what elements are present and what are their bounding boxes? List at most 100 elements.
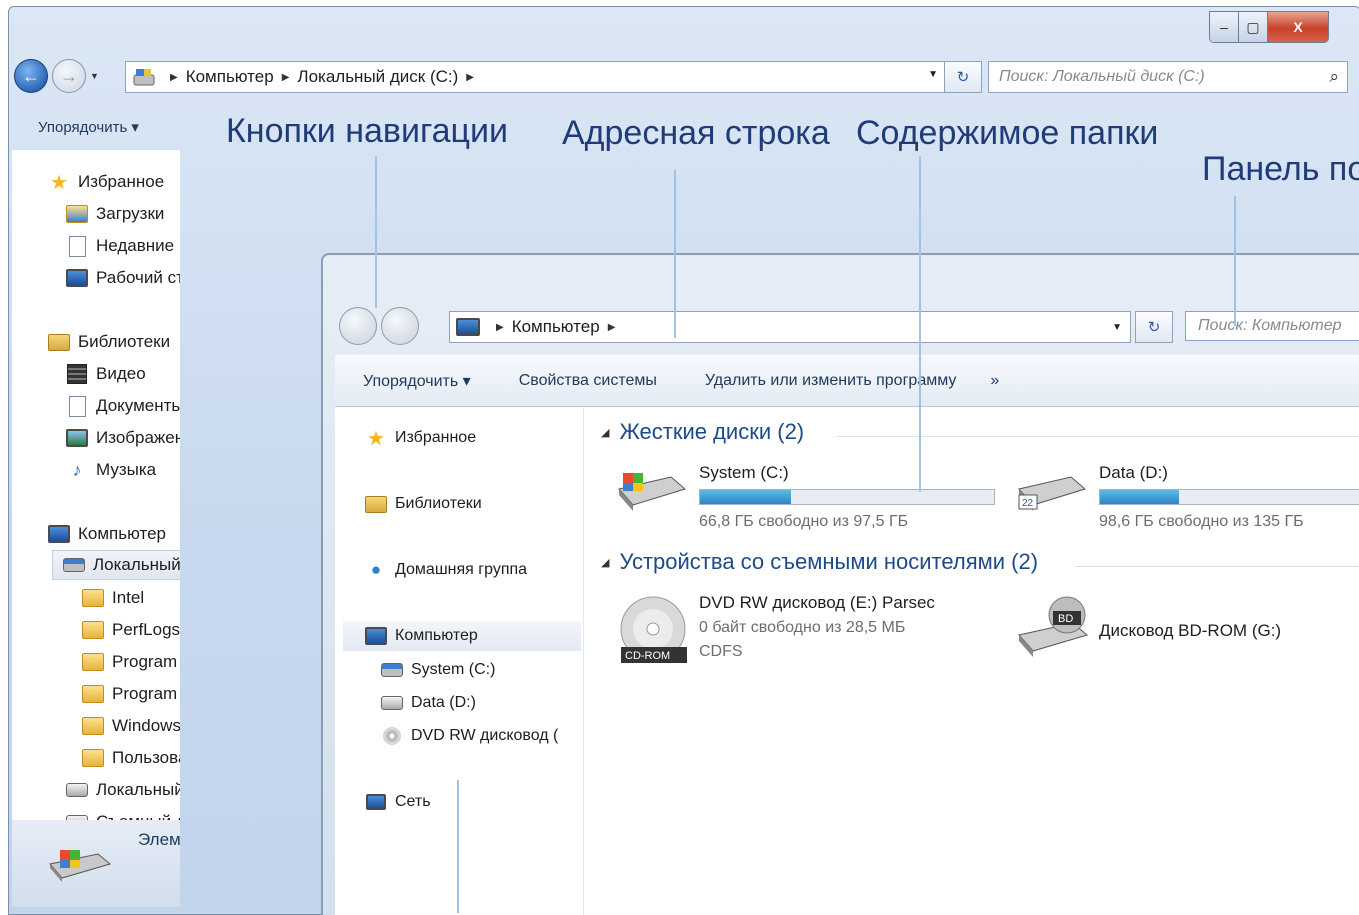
inner-refresh-button[interactable]: ↻	[1135, 311, 1173, 343]
nav-libraries[interactable]: Библиотеки	[48, 328, 170, 356]
drive-data-d-name[interactable]: Data (D:)	[1099, 463, 1168, 483]
nav-label: Windows	[112, 716, 180, 735]
nav-local-disk-other[interactable]: Локальный	[66, 776, 180, 804]
nav-libraries[interactable]: Библиотеки	[365, 489, 482, 519]
document-icon	[66, 395, 88, 417]
drive-data-d-free: 98,6 ГБ свободно из 135 ГБ	[1099, 513, 1304, 530]
inner-back-button[interactable]	[339, 307, 377, 345]
nav-computer[interactable]: Компьютер	[343, 621, 581, 651]
drive-system-c-name[interactable]: System (C:)	[699, 463, 789, 483]
collapse-arrow-icon[interactable]: ◢	[601, 426, 609, 439]
folder-icon	[82, 588, 104, 608]
nav-label: Program	[112, 684, 178, 703]
close-button[interactable]: X	[1268, 12, 1328, 42]
breadcrumb-chevron-icon[interactable]: ▶	[282, 72, 290, 83]
inner-address-bar[interactable]: ▶ Компьютер ▶ ▼	[449, 311, 1131, 343]
bd-rom-drive-name[interactable]: Дисковод BD-ROM (G:)	[1099, 621, 1281, 641]
inner-navigation-pane: ★ Избранное Библиотеки ● Домашняя группа К…	[335, 407, 584, 915]
breadcrumb-computer[interactable]: Компьютер	[186, 67, 274, 87]
breadcrumb-chevron-icon[interactable]: ▶	[608, 322, 616, 333]
breadcrumb-chevron-icon[interactable]: ▶	[466, 72, 474, 83]
refresh-button[interactable]: ↻	[944, 61, 982, 93]
minimize-button[interactable]: ‒	[1210, 12, 1239, 42]
nav-video[interactable]: Видео	[66, 360, 146, 388]
nav-music[interactable]: ♪ Музыка	[66, 456, 157, 484]
address-bar[interactable]: ▶ Компьютер ▶ Локальный диск (C:) ▶ ▼	[125, 61, 945, 93]
nav-label: Домашняя группа	[395, 561, 528, 578]
dvd-drive-filesystem: CDFS	[699, 643, 743, 660]
search-icon[interactable]: ⌕	[1329, 67, 1339, 87]
nav-label: Рабочий ст	[96, 268, 180, 287]
refresh-icon: ↻	[1147, 319, 1161, 336]
inner-explorer-window: ▶ Компьютер ▶ ▼ ↻ Поиск: Компьютер Упоря…	[321, 253, 1359, 915]
breadcrumb-computer[interactable]: Компьютер	[512, 317, 600, 337]
drive-system-c-usage-bar	[699, 489, 995, 505]
breadcrumb-chevron-icon[interactable]: ▶	[170, 72, 178, 83]
nav-downloads[interactable]: Загрузки	[66, 200, 164, 228]
nav-label: Program	[112, 652, 178, 671]
folder-icon	[82, 652, 104, 672]
drive-c-icon	[63, 555, 85, 575]
label-folder-contents: Содержимое папки	[856, 114, 1159, 152]
removable-drive-icon	[66, 812, 88, 820]
inner-search-box[interactable]: Поиск: Компьютер	[1185, 311, 1359, 341]
nav-label: Избранное	[78, 172, 165, 191]
nav-computer[interactable]: Компьютер	[48, 520, 166, 548]
nav-folder-program-1[interactable]: Program	[82, 648, 177, 676]
nav-local-disk-c[interactable]: Локальный	[52, 550, 180, 580]
nav-label: Компьютер	[78, 524, 166, 543]
inner-body: ★ Избранное Библиотеки ● Домашняя группа К…	[335, 407, 1359, 915]
nav-folder-intel[interactable]: Intel	[82, 584, 144, 612]
drive-c-large-icon	[49, 850, 112, 882]
toolbar-overflow-button[interactable]: »	[990, 372, 999, 390]
group-hard-drives[interactable]: ◢ Жесткие диски (2)	[601, 419, 804, 445]
nav-system-c[interactable]: System (C:)	[381, 655, 495, 685]
outer-toolbar: Упорядочить ▾	[0, 104, 180, 150]
nav-homegroup[interactable]: ● Домашняя группа	[365, 555, 527, 585]
callout-line-panel	[1234, 196, 1236, 326]
drive-c-icon	[132, 67, 156, 87]
nav-data-d[interactable]: Data (D:)	[381, 688, 476, 718]
address-dropdown-icon[interactable]: ▼	[928, 69, 938, 80]
collapse-arrow-icon[interactable]: ◢	[601, 556, 609, 569]
nav-folder-program-2[interactable]: Program	[82, 680, 177, 708]
search-box[interactable]: Поиск: Локальный диск (C:) ⌕	[988, 61, 1348, 93]
folder-icon	[82, 716, 104, 736]
computer-icon	[456, 318, 480, 336]
nav-favorites[interactable]: ★ Избранное	[365, 423, 476, 453]
nav-favorites[interactable]: ★ Избранное	[48, 168, 164, 196]
nav-documents[interactable]: Документь	[66, 392, 180, 420]
group-heading: Устройства со съемными носителями (2)	[619, 549, 1039, 574]
organize-button[interactable]: Упорядочить ▾	[363, 371, 471, 391]
nav-label: Загрузки	[96, 204, 165, 223]
callout-line-address	[674, 170, 676, 338]
organize-button[interactable]: Упорядочить ▾	[38, 118, 139, 136]
nav-folder-windows[interactable]: Windows	[82, 712, 180, 740]
nav-label: DVD RW дисковод (	[411, 727, 559, 744]
back-button[interactable]: ←	[14, 59, 48, 93]
label-address-bar: Адресная строка	[562, 114, 830, 152]
address-dropdown-icon[interactable]: ▼	[1112, 322, 1122, 333]
system-properties-button[interactable]: Свойства системы	[519, 372, 657, 390]
nav-recent[interactable]: Недавние м	[66, 232, 180, 260]
group-removable[interactable]: ◢ Устройства со съемными носителями (2)	[601, 549, 1038, 575]
nav-folder-perflogs[interactable]: PerfLogs	[82, 616, 180, 644]
breadcrumb-local-disk[interactable]: Локальный диск (C:)	[297, 67, 458, 87]
history-dropdown-icon[interactable]: ▼	[90, 71, 99, 81]
drive-icon	[381, 693, 403, 713]
breadcrumb-chevron-icon[interactable]: ▶	[496, 322, 504, 333]
nav-desktop[interactable]: Рабочий ст	[66, 264, 180, 292]
drive-d-large-icon: 22	[1018, 476, 1087, 511]
nav-dvd-drive[interactable]: DVD RW дисковод (	[381, 721, 558, 751]
nav-removable-disk[interactable]: Съемный д	[66, 808, 180, 820]
cd-rom-badge-text: CD-ROM	[625, 650, 670, 662]
nav-folder-users[interactable]: Пользова	[82, 744, 180, 772]
dvd-drive-name[interactable]: DVD RW дисковод (E:) Parsec	[699, 593, 935, 613]
nav-network[interactable]: Сеть	[365, 787, 431, 817]
nav-images[interactable]: Изображен	[66, 424, 180, 452]
forward-button[interactable]: →	[52, 59, 86, 93]
maximize-button[interactable]: ▢	[1239, 12, 1268, 42]
callout-line-navigation	[375, 156, 377, 308]
inner-forward-button[interactable]	[381, 307, 419, 345]
disc-icon	[381, 726, 403, 746]
